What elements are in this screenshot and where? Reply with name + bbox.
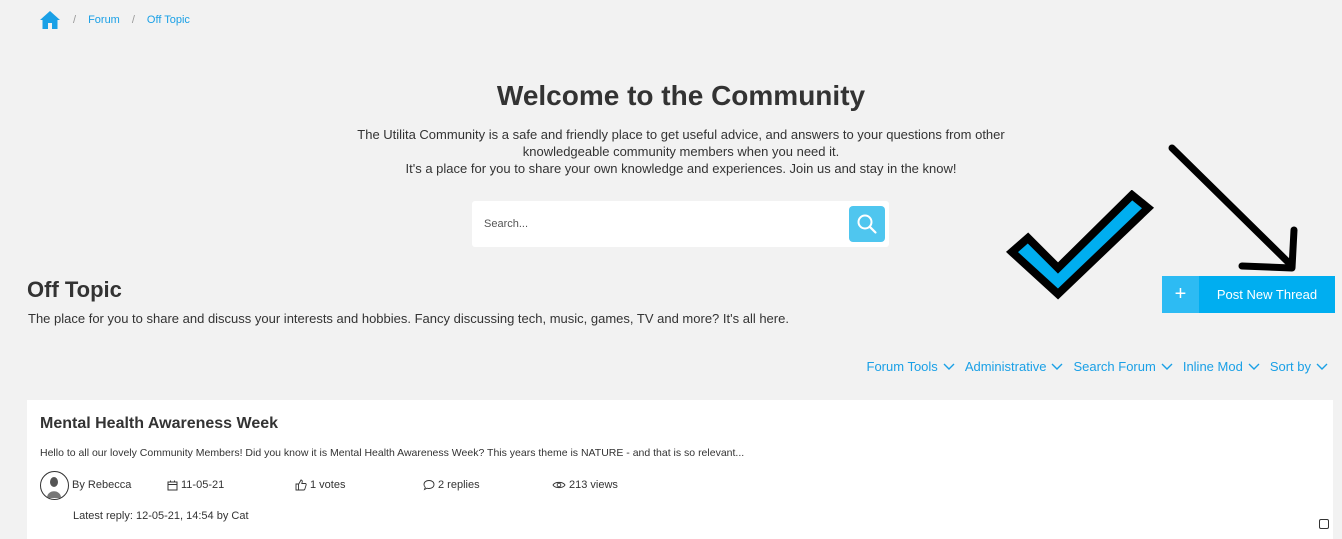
plus-icon: + [1162, 276, 1199, 313]
thread-views-value: 213 views [569, 479, 618, 491]
breadcrumb-separator: / [131, 14, 135, 26]
forum-description: The place for you to share and discuss y… [28, 311, 789, 326]
thread-views: 213 views [552, 479, 618, 491]
eye-icon [552, 481, 566, 489]
thread-date: 11-05-21 [167, 479, 224, 491]
forum-tools-label: Forum Tools [866, 359, 938, 374]
inline-mod-dropdown[interactable]: Inline Mod [1183, 359, 1260, 374]
arrow-icon [1168, 144, 1298, 272]
administrative-dropdown[interactable]: Administrative [965, 359, 1064, 374]
breadcrumb-separator: / [73, 14, 77, 26]
breadcrumb-off-topic-link[interactable]: Off Topic [147, 14, 190, 26]
avatar[interactable] [40, 471, 69, 500]
chevron-down-icon [1248, 363, 1260, 370]
home-icon[interactable] [39, 10, 61, 30]
chevron-down-icon [1316, 363, 1328, 370]
breadcrumb-forum-link[interactable]: Forum [88, 14, 120, 26]
search-forum-label: Search Forum [1073, 359, 1156, 374]
calendar-icon [167, 480, 178, 490]
search-forum-dropdown[interactable]: Search Forum [1073, 359, 1173, 374]
check-mark-icon [1005, 190, 1155, 300]
thread-votes-value: 1 votes [310, 479, 346, 491]
chevron-down-icon [943, 363, 955, 370]
thread-excerpt: Hello to all our lovely Community Member… [40, 447, 745, 459]
hero-description: The Utilita Community is a safe and frie… [331, 126, 1031, 177]
forum-tools-dropdown[interactable]: Forum Tools [867, 359, 955, 374]
post-new-thread-label: Post New Thread [1216, 287, 1318, 302]
thread-select-checkbox[interactable] [1319, 519, 1329, 529]
thread-replies-value: 2 replies [438, 479, 480, 491]
search-button[interactable] [849, 206, 885, 242]
thread-card: Mental Health Awareness Week Hello to al… [27, 400, 1333, 539]
comment-icon [423, 480, 435, 491]
search-input[interactable] [472, 201, 842, 247]
thread-latest-reply[interactable]: Latest reply: 12-05-21, 14:54 by Cat [73, 510, 249, 522]
hero-description-line: The Utilita Community is a safe and frie… [357, 127, 1005, 159]
thread-votes[interactable]: 1 votes [295, 479, 345, 491]
chevron-down-icon [1161, 363, 1173, 370]
forum-title: Off Topic [27, 277, 122, 302]
thread-date-value: 11-05-21 [181, 479, 225, 491]
chevron-down-icon [1051, 363, 1063, 370]
administrative-label: Administrative [964, 359, 1047, 374]
sort-by-dropdown[interactable]: Sort by [1270, 359, 1328, 374]
thread-title[interactable]: Mental Health Awareness Week [40, 415, 278, 433]
breadcrumb: / Forum / Off Topic [39, 8, 190, 32]
search-icon [857, 214, 877, 234]
sort-by-label: Sort by [1269, 359, 1311, 374]
thread-replies[interactable]: 2 replies [423, 479, 480, 491]
post-new-thread-button[interactable]: + Post New Thread [1162, 276, 1335, 313]
inline-mod-label: Inline Mod [1182, 359, 1243, 374]
thread-author[interactable]: By Rebecca [72, 479, 131, 491]
page-title: Welcome to the Community [496, 80, 866, 111]
thumbs-up-icon [295, 479, 307, 491]
hero-description-line: It's a place for you to share your own k… [405, 161, 957, 176]
search-box [472, 201, 889, 247]
forum-tools-bar: Forum Tools Administrative Search Forum … [867, 359, 1328, 374]
